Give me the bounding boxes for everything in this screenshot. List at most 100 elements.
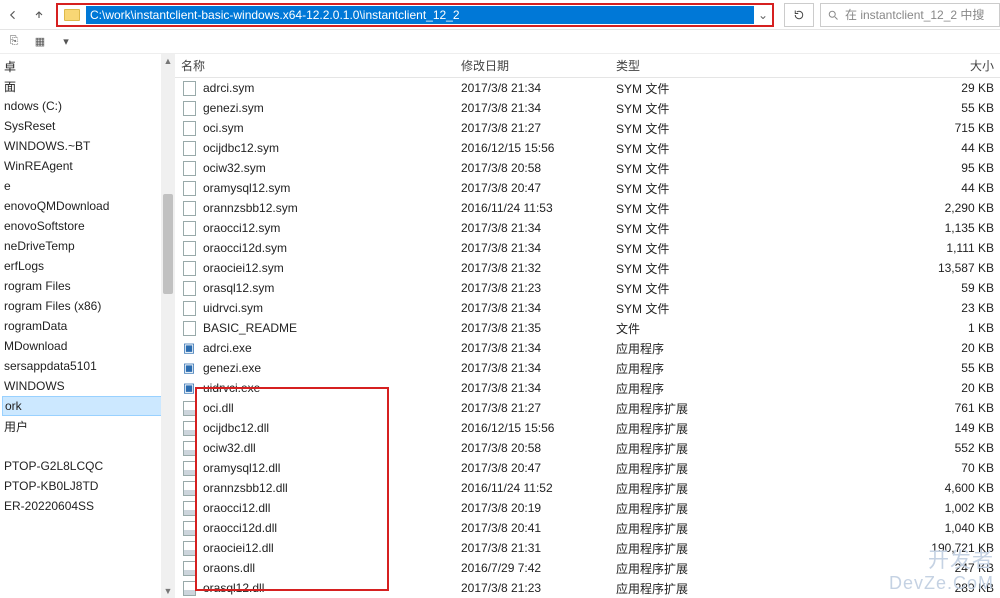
file-type: SYM 文件	[610, 200, 730, 217]
file-row[interactable]: ociw32.dll2017/3/8 20:58应用程序扩展552 KB	[175, 438, 1000, 458]
sidebar-item[interactable]: erfLogs	[2, 256, 175, 276]
sidebar-item[interactable]: rogramData	[2, 316, 175, 336]
file-row[interactable]: ▣uidrvci.exe2017/3/8 21:34应用程序20 KB	[175, 378, 1000, 398]
sidebar-item[interactable]: rogram Files	[2, 276, 175, 296]
file-row[interactable]: oraociei12.dll2017/3/8 21:31应用程序扩展190,72…	[175, 538, 1000, 558]
sidebar-item[interactable]: sersappdata5101	[2, 356, 175, 376]
file-name: uidrvci.exe	[203, 381, 260, 395]
sidebar-item[interactable]: rogram Files (x86)	[2, 296, 175, 316]
sidebar-item[interactable]: ork	[2, 396, 175, 416]
file-type: SYM 文件	[610, 300, 730, 317]
search-box[interactable]: 在 instantclient_12_2 中搜	[820, 3, 1000, 27]
sidebar-item[interactable]: PTOP-KB0LJ8TD	[2, 476, 175, 496]
file-row[interactable]: uidrvci.sym2017/3/8 21:34SYM 文件23 KB	[175, 298, 1000, 318]
file-size: 552 KB	[730, 441, 1000, 455]
file-size: 44 KB	[730, 181, 1000, 195]
file-name: oraociei12.dll	[203, 541, 274, 555]
nav-back-button[interactable]	[0, 1, 26, 29]
sidebar-scrollbar[interactable]: ▲ ▼	[161, 54, 175, 598]
file-row[interactable]: orasql12.sym2017/3/8 21:23SYM 文件59 KB	[175, 278, 1000, 298]
sidebar-item[interactable]: ER-20220604SS	[2, 496, 175, 516]
dll-icon	[181, 540, 197, 556]
file-type: 应用程序	[610, 380, 730, 397]
sidebar-item[interactable]: PTOP-G2L8LCQC	[2, 456, 175, 476]
file-date: 2017/3/8 21:23	[455, 281, 610, 295]
file-size: 13,587 KB	[730, 261, 1000, 275]
address-dropdown-icon[interactable]: ⌄	[754, 8, 772, 22]
file-date: 2017/3/8 21:35	[455, 321, 610, 335]
toolbar: ⎘ ▦ ▾	[0, 30, 1000, 54]
file-row[interactable]: genezi.sym2017/3/8 21:34SYM 文件55 KB	[175, 98, 1000, 118]
address-field[interactable]: ⌄	[56, 3, 774, 27]
sidebar-item[interactable]: neDriveTemp	[2, 236, 175, 256]
file-row[interactable]: ocijdbc12.dll2016/12/15 15:56应用程序扩展149 K…	[175, 418, 1000, 438]
toolbar-icon-1[interactable]: ⎘	[6, 34, 22, 50]
nav-up-button[interactable]	[26, 1, 52, 29]
file-name: oci.sym	[203, 121, 244, 135]
file-row[interactable]: oraocci12d.dll2017/3/8 20:41应用程序扩展1,040 …	[175, 518, 1000, 538]
file-size: 715 KB	[730, 121, 1000, 135]
column-headers[interactable]: 名称 修改日期 类型 大小	[175, 54, 1000, 78]
file-date: 2016/11/24 11:53	[455, 201, 610, 215]
file-row[interactable]: oramysql12.dll2017/3/8 20:47应用程序扩展70 KB	[175, 458, 1000, 478]
file-size: 1 KB	[730, 321, 1000, 335]
file-size: 44 KB	[730, 141, 1000, 155]
file-row[interactable]: ▣genezi.exe2017/3/8 21:34应用程序55 KB	[175, 358, 1000, 378]
sidebar-item[interactable]: SysReset	[2, 116, 175, 136]
file-row[interactable]: adrci.sym2017/3/8 21:34SYM 文件29 KB	[175, 78, 1000, 98]
col-date[interactable]: 修改日期	[455, 54, 610, 77]
sidebar-item[interactable]: ndows (C:)	[2, 96, 175, 116]
file-pane: 名称 修改日期 类型 大小 adrci.sym2017/3/8 21:34SYM…	[175, 54, 1000, 598]
file-icon	[181, 180, 197, 196]
file-row[interactable]: ▣adrci.exe2017/3/8 21:34应用程序20 KB	[175, 338, 1000, 358]
file-row[interactable]: oraociei12.sym2017/3/8 21:32SYM 文件13,587…	[175, 258, 1000, 278]
file-row[interactable]: BASIC_README2017/3/8 21:35文件1 KB	[175, 318, 1000, 338]
sidebar-item[interactable]: 卓	[2, 56, 175, 76]
sidebar-item[interactable]: WINDOWS	[2, 376, 175, 396]
file-name: orannzsbb12.dll	[203, 481, 288, 495]
file-row[interactable]: oraocci12.dll2017/3/8 20:19应用程序扩展1,002 K…	[175, 498, 1000, 518]
file-type: 应用程序扩展	[610, 460, 730, 477]
file-row[interactable]: orannzsbb12.dll2016/11/24 11:52应用程序扩展4,6…	[175, 478, 1000, 498]
refresh-button[interactable]	[784, 3, 814, 27]
file-date: 2016/11/24 11:52	[455, 481, 610, 495]
file-row[interactable]: oci.dll2017/3/8 21:27应用程序扩展761 KB	[175, 398, 1000, 418]
file-icon	[181, 200, 197, 216]
file-row[interactable]: orannzsbb12.sym2016/11/24 11:53SYM 文件2,2…	[175, 198, 1000, 218]
file-size: 70 KB	[730, 461, 1000, 475]
toolbar-icon-3[interactable]: ▾	[58, 34, 74, 50]
file-date: 2017/3/8 21:34	[455, 221, 610, 235]
file-row[interactable]: ocijdbc12.sym2016/12/15 15:56SYM 文件44 KB	[175, 138, 1000, 158]
scroll-thumb[interactable]	[163, 194, 173, 294]
file-icon	[181, 220, 197, 236]
sidebar-item[interactable]	[2, 436, 175, 456]
exe-icon: ▣	[181, 380, 197, 396]
sidebar-item[interactable]: MDownload	[2, 336, 175, 356]
file-row[interactable]: oraocci12d.sym2017/3/8 21:34SYM 文件1,111 …	[175, 238, 1000, 258]
col-size[interactable]: 大小	[730, 54, 1000, 77]
col-type[interactable]: 类型	[610, 54, 730, 77]
sidebar-item[interactable]: 用户	[2, 416, 175, 436]
file-row[interactable]: oraocci12.sym2017/3/8 21:34SYM 文件1,135 K…	[175, 218, 1000, 238]
file-icon	[181, 140, 197, 156]
file-row[interactable]: orasql12.dll2017/3/8 21:23应用程序扩展289 KB	[175, 578, 1000, 598]
col-name[interactable]: 名称	[175, 54, 455, 77]
scroll-up-icon[interactable]: ▲	[161, 54, 175, 68]
sidebar-item[interactable]: enovoSoftstore	[2, 216, 175, 236]
sidebar-item[interactable]: e	[2, 176, 175, 196]
file-name: oraocci12.sym	[203, 221, 280, 235]
sidebar-item[interactable]: WINDOWS.~BT	[2, 136, 175, 156]
toolbar-icon-2[interactable]: ▦	[32, 34, 48, 50]
file-row[interactable]: ociw32.sym2017/3/8 20:58SYM 文件95 KB	[175, 158, 1000, 178]
file-row[interactable]: oraons.dll2016/7/29 7:42应用程序扩展247 KB	[175, 558, 1000, 578]
sidebar-item[interactable]: enovoQMDownload	[2, 196, 175, 216]
address-input[interactable]	[86, 6, 754, 24]
sidebar-item[interactable]: 面	[2, 76, 175, 96]
scroll-down-icon[interactable]: ▼	[161, 584, 175, 598]
file-row[interactable]: oramysql12.sym2017/3/8 20:47SYM 文件44 KB	[175, 178, 1000, 198]
file-name: oramysql12.dll	[203, 461, 280, 475]
dll-icon	[181, 580, 197, 596]
file-type: SYM 文件	[610, 140, 730, 157]
sidebar-item[interactable]: WinREAgent	[2, 156, 175, 176]
file-row[interactable]: oci.sym2017/3/8 21:27SYM 文件715 KB	[175, 118, 1000, 138]
